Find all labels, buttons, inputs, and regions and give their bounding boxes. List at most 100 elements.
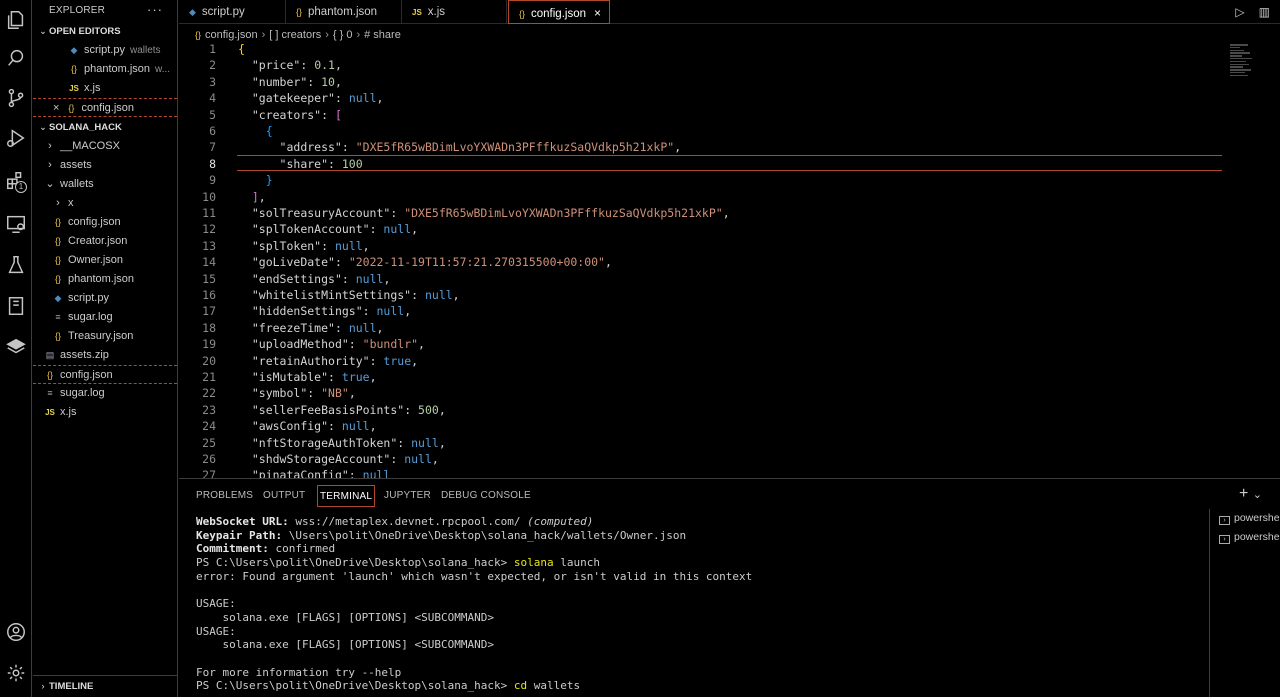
open-editor-item[interactable]: ◆ script.py wallets — [33, 41, 177, 60]
panel-tab-debug-console[interactable]: DEBUG CONSOLE — [441, 485, 531, 507]
file-item[interactable]: ≡ sugar.log — [33, 308, 177, 327]
terminal-icon: › — [1219, 535, 1230, 544]
file-item[interactable]: {} config.json — [33, 213, 177, 232]
line-number: 6 — [209, 124, 216, 138]
code-line: 12 "splTokenAccount": null, — [179, 221, 1229, 237]
breadcrumb-index[interactable]: { } 0 — [333, 29, 353, 41]
remote-explorer-icon[interactable] — [0, 204, 32, 244]
open-editor-item[interactable]: {} phantom.json w... — [33, 60, 177, 79]
new-terminal-icon[interactable]: + — [1239, 485, 1248, 502]
more-actions-icon[interactable]: ··· — [147, 0, 163, 21]
code-text: "pinataConfig": null — [251, 468, 391, 478]
file-item[interactable]: {} Creator.json — [33, 232, 177, 251]
tab-x-js[interactable]: JS x.js — [402, 0, 507, 24]
file-item[interactable]: {} Treasury.json — [33, 327, 177, 346]
timeline-label: TIMELINE — [49, 681, 94, 692]
chevron-right-icon: › — [48, 159, 52, 171]
workspace-header[interactable]: ⌄ SOLANA_HACK — [33, 118, 177, 137]
log-file-icon: ≡ — [55, 312, 61, 322]
terminal-line: Keypair Path: \Users\polit\OneDrive\Desk… — [196, 528, 687, 542]
terminal-line: USAGE: — [196, 597, 236, 611]
close-icon[interactable]: × — [594, 6, 601, 20]
code-line: 11 "solTreasuryAccount": "DXE5fR65wBDimL… — [179, 205, 1229, 221]
terminal-item[interactable]: › powershell — [1210, 509, 1280, 528]
breadcrumb-creators[interactable]: [ ] creators — [269, 29, 321, 41]
terminal-output[interactable]: WebSocket URL: wss://metaplex.devnet.rpc… — [196, 515, 1206, 693]
file-item[interactable]: ▤ assets.zip — [33, 346, 177, 365]
tab-phantom-json[interactable]: {} phantom.json — [286, 0, 402, 24]
file-item[interactable]: {} config.json — [33, 365, 177, 384]
code-line: 2 "price": 0.1, — [179, 57, 1229, 73]
tab-label: script.py — [201, 6, 245, 18]
panel-tab-output[interactable]: OUTPUT — [263, 485, 305, 507]
explorer-icon[interactable] — [0, 0, 32, 40]
file-item[interactable]: ◆ script.py — [33, 289, 177, 308]
tree-item-name: Treasury.json — [68, 330, 134, 342]
minimap[interactable] — [1230, 44, 1254, 84]
line-number: 5 — [209, 107, 216, 122]
file-item[interactable]: {} Owner.json — [33, 251, 177, 270]
tree-item-name: __MACOSX — [60, 140, 120, 152]
layers-icon[interactable] — [0, 327, 32, 367]
code-line: 4 "gatekeeper": null, — [179, 90, 1229, 106]
chevron-down-icon[interactable]: ⌄ — [1253, 489, 1262, 501]
terminal-item[interactable]: › powershell — [1210, 528, 1280, 547]
notebook-icon[interactable] — [0, 286, 32, 326]
timeline-header[interactable]: › TIMELINE — [33, 675, 177, 697]
panel-tab-terminal[interactable]: TERMINAL — [317, 485, 376, 507]
folder-item[interactable]: ⌄ wallets — [33, 175, 177, 194]
code-line: 13 "splToken": null, — [179, 238, 1229, 254]
code-text: "goLiveDate": "2022-11-19T11:57:21.27031… — [251, 255, 612, 270]
open-editor-name: x.js — [84, 82, 101, 94]
folder-item[interactable]: › __MACOSX — [33, 137, 177, 156]
folder-item[interactable]: › x — [33, 194, 177, 213]
file-item[interactable]: ≡ sugar.log — [33, 384, 177, 403]
line-number: 13 — [202, 238, 216, 253]
run-debug-icon[interactable] — [0, 118, 32, 158]
breadcrumb-file[interactable]: config.json — [205, 29, 258, 41]
tab-config-json[interactable]: {} config.json × — [508, 0, 610, 24]
file-item[interactable]: {} phantom.json — [33, 270, 177, 289]
panel-tab-problems[interactable]: PROBLEMS — [196, 485, 253, 507]
tree-item-name: config.json — [60, 369, 113, 381]
extensions-icon[interactable]: 1 — [0, 161, 32, 201]
source-control-icon[interactable] — [0, 78, 32, 118]
line-number: 25 — [202, 435, 216, 450]
js-file-icon: JS — [412, 8, 422, 17]
code-text: "endSettings": null, — [251, 271, 391, 286]
json-file-icon: {} — [70, 64, 77, 74]
terminal-item-label: powershell — [1234, 512, 1280, 524]
line-number: 10 — [202, 189, 216, 204]
folder-item[interactable]: › assets — [33, 156, 177, 175]
breadcrumb-share[interactable]: share — [373, 29, 401, 41]
search-icon[interactable] — [0, 38, 32, 78]
code-editor[interactable]: 1{2 "price": 0.1, 3 "number": 10, 4 "gatek… — [179, 42, 1280, 478]
tree-item-name: x.js — [60, 406, 77, 418]
open-editor-item[interactable]: JS x.js — [33, 79, 177, 98]
code-text: "creators": [ — [251, 107, 342, 122]
close-icon[interactable]: × — [53, 102, 59, 114]
open-editor-item[interactable]: × {} config.json — [33, 98, 177, 117]
chevron-down-icon: ⌄ — [39, 26, 47, 37]
account-icon[interactable] — [0, 612, 32, 652]
tab-script-py[interactable]: ◆ script.py — [179, 0, 286, 24]
settings-gear-icon[interactable] — [0, 653, 32, 693]
code-line: 17 "hiddenSettings": null, — [179, 303, 1229, 319]
open-editors-header[interactable]: ⌄ OPEN EDITORS — [33, 22, 177, 41]
editor-actions: ▷ ▥ — [1235, 0, 1280, 24]
tree-item-name: Owner.json — [68, 254, 124, 266]
terminal-line: solana.exe [FLAGS] [OPTIONS] <SUBCOMMAND… — [196, 638, 495, 652]
json-file-icon: {} — [54, 331, 61, 341]
testing-icon[interactable] — [0, 245, 32, 285]
explorer-title-text: EXPLORER — [49, 5, 106, 16]
panel-tab-jupyter[interactable]: JUPYTER — [384, 485, 431, 507]
code-line: 15 "endSettings": null, — [179, 271, 1229, 287]
run-icon[interactable]: ▷ — [1235, 5, 1244, 19]
split-editor-icon[interactable]: ▥ — [1259, 5, 1270, 19]
file-item[interactable]: JS x.js — [33, 403, 177, 422]
number-symbol-icon: # — [364, 29, 371, 41]
line-number: 20 — [202, 353, 216, 368]
code-line: 7 "address": "DXE5fR65wBDimLvoYXWADn3PFf… — [179, 139, 1229, 155]
terminal-line: PS C:\Users\polit\OneDrive\Desktop\solan… — [196, 556, 600, 570]
